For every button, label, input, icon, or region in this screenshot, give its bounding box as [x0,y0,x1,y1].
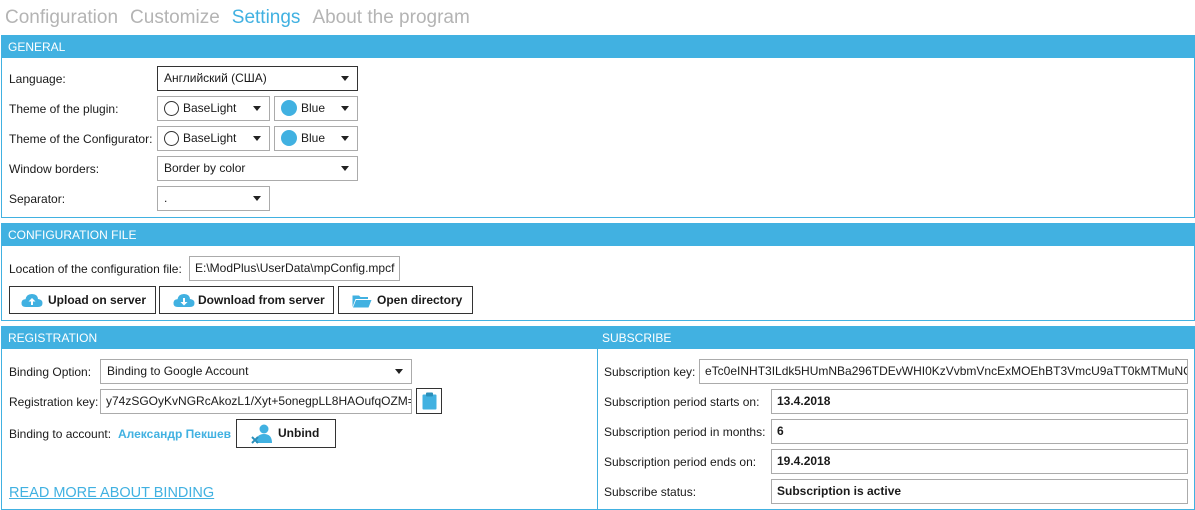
unbind-user-icon [251,424,272,444]
chevron-down-icon [253,196,261,201]
binding-account-label: Binding to account: [9,427,112,441]
chevron-down-icon [341,166,349,171]
window-borders-label: Window borders: [9,162,100,176]
plugin-theme-label: Theme of the plugin: [9,102,119,116]
period-end-label: Subscription period ends on: [604,455,757,469]
download-from-server-button[interactable]: Download from server [159,286,334,314]
subscribe-status-value: Subscription is active [771,479,1188,504]
registration-panel: REGISTRATION Binding Option: Binding to … [1,326,598,510]
period-start-value: 13.4.2018 [771,389,1188,414]
language-select[interactable]: Английский (США) [157,66,358,91]
binding-option-value: Binding to Google Account [107,364,249,378]
chevron-down-icon [253,136,261,141]
upload-on-server-label: Upload on server [48,293,147,307]
config-location-label: Location of the configuration file: [9,262,182,276]
window-borders-value: Border by color [164,161,246,175]
registration-header: REGISTRATION [2,327,597,349]
tab-customize[interactable]: Customize [130,4,220,32]
light-theme-swatch-icon [164,101,179,116]
config-accent-value: Blue [301,131,326,145]
blue-accent-swatch-icon [281,130,297,146]
clipboard-icon [422,392,437,410]
registration-key-label: Registration key: [9,395,99,409]
read-more-binding-link[interactable]: READ MORE ABOUT BINDING [9,485,214,501]
copy-key-button[interactable] [416,388,442,414]
chevron-down-icon [341,106,349,111]
subscribe-status-label: Subscribe status: [604,485,697,499]
unbind-label: Unbind [278,426,320,440]
config-theme-label: Theme of the Configurator: [9,132,153,146]
chevron-down-icon [341,76,349,81]
folder-open-icon [352,295,372,308]
tab-bar: Configuration Customize Settings About t… [5,4,482,32]
language-value: Английский (США) [164,71,267,85]
download-from-server-label: Download from server [198,293,325,307]
period-end-value: 19.4.2018 [771,449,1188,474]
plugin-theme-value: BaseLight [183,101,237,115]
subscription-key-input[interactable]: eTc0eINHT3ILdk5HUmNBa296TDEvWHI0KzVvbmVn… [699,359,1188,384]
general-panel: GENERAL Language: Английский (США) Theme… [1,35,1195,218]
binding-option-label: Binding Option: [9,365,92,379]
window-borders-select[interactable]: Border by color [157,156,358,181]
config-theme-value: BaseLight [183,131,237,145]
cloud-download-icon [173,294,195,307]
light-theme-swatch-icon [164,131,179,146]
tab-settings[interactable]: Settings [232,4,301,32]
chevron-down-icon [341,136,349,141]
plugin-theme-select[interactable]: BaseLight [157,96,270,121]
open-directory-button[interactable]: Open directory [338,286,473,314]
subscribe-panel: SUBSCRIBE Subscription key: eTc0eINHT3IL… [597,326,1195,510]
chevron-down-icon [253,106,261,111]
config-file-panel: CONFIGURATION FILE Location of the confi… [1,223,1195,321]
period-start-label: Subscription period starts on: [604,395,760,409]
plugin-accent-select[interactable]: Blue [274,96,358,121]
separator-label: Separator: [9,192,66,206]
upload-on-server-button[interactable]: Upload on server [9,286,156,314]
blue-accent-swatch-icon [281,100,297,116]
separator-value: . [164,191,168,205]
chevron-down-icon [395,369,403,374]
unbind-button[interactable]: Unbind [236,419,336,448]
tab-configuration[interactable]: Configuration [5,4,118,32]
config-theme-select[interactable]: BaseLight [157,126,270,151]
config-file-header: CONFIGURATION FILE [2,224,1194,246]
subscription-key-label: Subscription key: [604,365,696,379]
config-location-input[interactable]: E:\ModPlus\UserData\mpConfig.mpcf [189,256,400,281]
tab-about[interactable]: About the program [312,4,469,32]
binding-option-select[interactable]: Binding to Google Account [100,359,412,384]
cloud-upload-icon [21,294,43,307]
config-accent-select[interactable]: Blue [274,126,358,151]
period-months-value: 6 [771,419,1188,444]
open-directory-label: Open directory [377,293,463,307]
registration-key-input[interactable]: y74zSGOyKvNGRcAkozL1/Xyt+5onegpLL8HAOufq… [100,389,412,414]
binding-account-name[interactable]: Александр Пекшев [118,427,231,441]
period-months-label: Subscription period in months: [604,425,766,439]
plugin-accent-value: Blue [301,101,326,115]
general-header: GENERAL [2,36,1194,58]
separator-select[interactable]: . [157,186,270,211]
subscribe-header: SUBSCRIBE [598,327,1194,349]
language-label: Language: [9,72,66,86]
